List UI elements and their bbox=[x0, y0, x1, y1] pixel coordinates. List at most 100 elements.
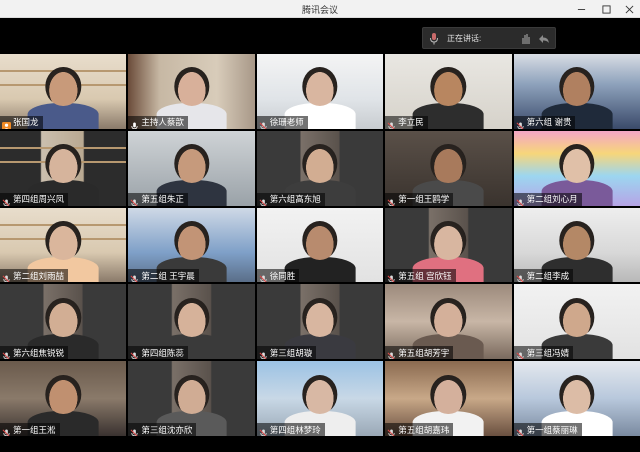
participant-name: 第六组焦锐锐 bbox=[13, 347, 65, 358]
participant-name: 第二组刘雨喆 bbox=[13, 270, 65, 281]
speaking-indicator: 正在讲话: bbox=[422, 27, 556, 49]
participant-tile[interactable]: 第四组周兴凤 bbox=[0, 130, 127, 206]
participant-tile[interactable]: 第一组王淞 bbox=[0, 361, 127, 436]
participant-tile[interactable]: 李立民 bbox=[385, 54, 512, 129]
participant-tile[interactable]: 第六组高东旭 bbox=[256, 130, 384, 206]
participant-name: 第五组胡芳宇 bbox=[398, 347, 450, 358]
mic-muted-icon bbox=[259, 348, 268, 360]
participant-face bbox=[430, 374, 467, 414]
participant-name-bar: 第六组 谢贵 bbox=[513, 115, 576, 129]
participant-tile[interactable]: 第四组林梦玲 bbox=[256, 361, 384, 436]
participant-name-bar: 第二组刘心月 bbox=[513, 192, 582, 206]
participant-tile[interactable]: 第三组沈亦欣 bbox=[128, 361, 255, 436]
participant-tile[interactable]: 第四组陈蕊 bbox=[128, 284, 255, 360]
participant-tile[interactable]: 张国龙 bbox=[0, 54, 127, 129]
participant-name-bar: 第一组王淞 bbox=[0, 423, 60, 436]
participant-face bbox=[173, 221, 210, 260]
participant-face bbox=[559, 144, 595, 184]
participant-face bbox=[559, 221, 595, 260]
mic-muted-icon bbox=[2, 271, 11, 283]
participant-name-bar: 主持人蔡歆 bbox=[128, 115, 188, 129]
participant-name-bar: 第六组焦锐锐 bbox=[0, 346, 69, 360]
participant-name: 第三组冯婧 bbox=[526, 347, 570, 358]
participant-grid: 张国龙 主持人蔡歆 徐珊老师 李立民 第六组 谢贵 第四组周兴凤 第五组朱正 第六组高东旭 第一… bbox=[0, 54, 640, 436]
participant-name: 第二组李成 bbox=[526, 270, 570, 281]
participant-face bbox=[302, 297, 338, 337]
mic-muted-icon bbox=[130, 271, 139, 283]
participant-face bbox=[430, 67, 467, 107]
close-icon bbox=[625, 5, 633, 13]
mic-muted-icon bbox=[259, 118, 268, 129]
minimize-button[interactable] bbox=[570, 0, 592, 18]
participant-face bbox=[302, 67, 338, 107]
participant-face bbox=[45, 374, 81, 414]
participant-face bbox=[302, 144, 338, 184]
participant-face bbox=[45, 297, 81, 337]
participant-name: 张国龙 bbox=[13, 117, 39, 128]
participant-tile[interactable]: 第五组 宫欣钰 bbox=[385, 207, 512, 283]
participant-tile[interactable]: 第二组李成 bbox=[513, 207, 640, 283]
participant-tile[interactable]: 第二组刘心月 bbox=[513, 130, 640, 206]
participant-name: 第六组 谢贵 bbox=[526, 117, 572, 128]
participant-name-bar: 第三组冯婧 bbox=[513, 346, 574, 360]
participant-face bbox=[173, 374, 210, 414]
participant-tile[interactable]: 主持人蔡歆 bbox=[128, 54, 255, 129]
mic-muted-icon bbox=[130, 348, 139, 360]
participant-tile[interactable]: 第三组冯婧 bbox=[513, 284, 640, 360]
mic-muted-icon bbox=[387, 271, 396, 283]
participant-face bbox=[302, 374, 338, 414]
speaking-label: 正在讲话: bbox=[447, 34, 482, 43]
mic-muted-icon bbox=[130, 425, 139, 436]
mic-muted-icon bbox=[2, 425, 11, 436]
participant-tile[interactable]: 徐珊老师 bbox=[256, 54, 384, 129]
participant-face bbox=[559, 67, 595, 107]
participant-tile[interactable]: 第一组王鸥学 bbox=[385, 130, 512, 206]
participant-name-bar: 第五组 宫欣钰 bbox=[385, 269, 456, 283]
raise-hand-icon[interactable] bbox=[519, 32, 533, 46]
participant-name-bar: 第五组胡芳宇 bbox=[385, 346, 454, 360]
participant-name: 第四组周兴凤 bbox=[13, 194, 65, 205]
participant-tile[interactable]: 第二组刘雨喆 bbox=[0, 207, 127, 283]
close-button[interactable] bbox=[618, 0, 640, 18]
participant-tile[interactable]: 徐同胜 bbox=[256, 207, 384, 283]
host-badge-icon bbox=[2, 118, 11, 129]
participant-tile[interactable]: 第五组胡嘉玮 bbox=[385, 361, 512, 436]
participant-face bbox=[45, 144, 81, 184]
participant-tile[interactable]: 第五组朱正 bbox=[128, 130, 255, 206]
mic-icon bbox=[130, 118, 139, 129]
participant-tile[interactable]: 第一组蔡丽琳 bbox=[513, 361, 640, 436]
participant-tile[interactable]: 第六组 谢贵 bbox=[513, 54, 640, 129]
participant-tile[interactable]: 第五组胡芳宇 bbox=[385, 284, 512, 360]
reply-arrow-icon[interactable] bbox=[537, 32, 551, 46]
mic-muted-icon bbox=[516, 348, 525, 360]
maximize-button[interactable] bbox=[595, 0, 617, 18]
mic-muted-icon bbox=[387, 118, 396, 129]
participant-name-bar: 徐珊老师 bbox=[256, 115, 308, 129]
participant-name: 第六组高东旭 bbox=[269, 194, 321, 205]
participant-name-bar: 张国龙 bbox=[0, 115, 43, 129]
participant-name-bar: 徐同胜 bbox=[256, 269, 300, 283]
mic-muted-icon bbox=[259, 195, 268, 206]
participant-face bbox=[430, 144, 467, 184]
participant-face bbox=[430, 297, 467, 337]
participant-tile[interactable]: 第三组胡璇 bbox=[256, 284, 384, 360]
participant-name: 第五组 宫欣钰 bbox=[398, 270, 452, 281]
participant-name: 徐珊老师 bbox=[269, 117, 304, 128]
mic-muted-icon bbox=[259, 425, 268, 436]
participant-face bbox=[559, 297, 595, 337]
participant-tile[interactable]: 第六组焦锐锐 bbox=[0, 284, 127, 360]
participant-name: 主持人蔡歆 bbox=[141, 117, 184, 128]
participant-tile[interactable]: 第二组 王宇晨 bbox=[128, 207, 255, 283]
participant-name-bar: 第三组胡璇 bbox=[256, 346, 317, 360]
participant-name: 李立民 bbox=[398, 117, 424, 128]
participant-name-bar: 第三组沈亦欣 bbox=[128, 423, 197, 436]
mic-muted-icon bbox=[516, 195, 525, 206]
participant-name: 第五组朱正 bbox=[141, 194, 184, 205]
mic-muted-icon bbox=[516, 118, 525, 129]
mic-muted-icon bbox=[387, 348, 396, 360]
participant-face bbox=[45, 67, 81, 107]
participant-name: 第三组沈亦欣 bbox=[141, 424, 193, 435]
participant-name: 第一组王淞 bbox=[13, 424, 56, 435]
participant-name-bar: 第五组朱正 bbox=[128, 192, 188, 206]
participant-name: 第二组刘心月 bbox=[526, 194, 578, 205]
